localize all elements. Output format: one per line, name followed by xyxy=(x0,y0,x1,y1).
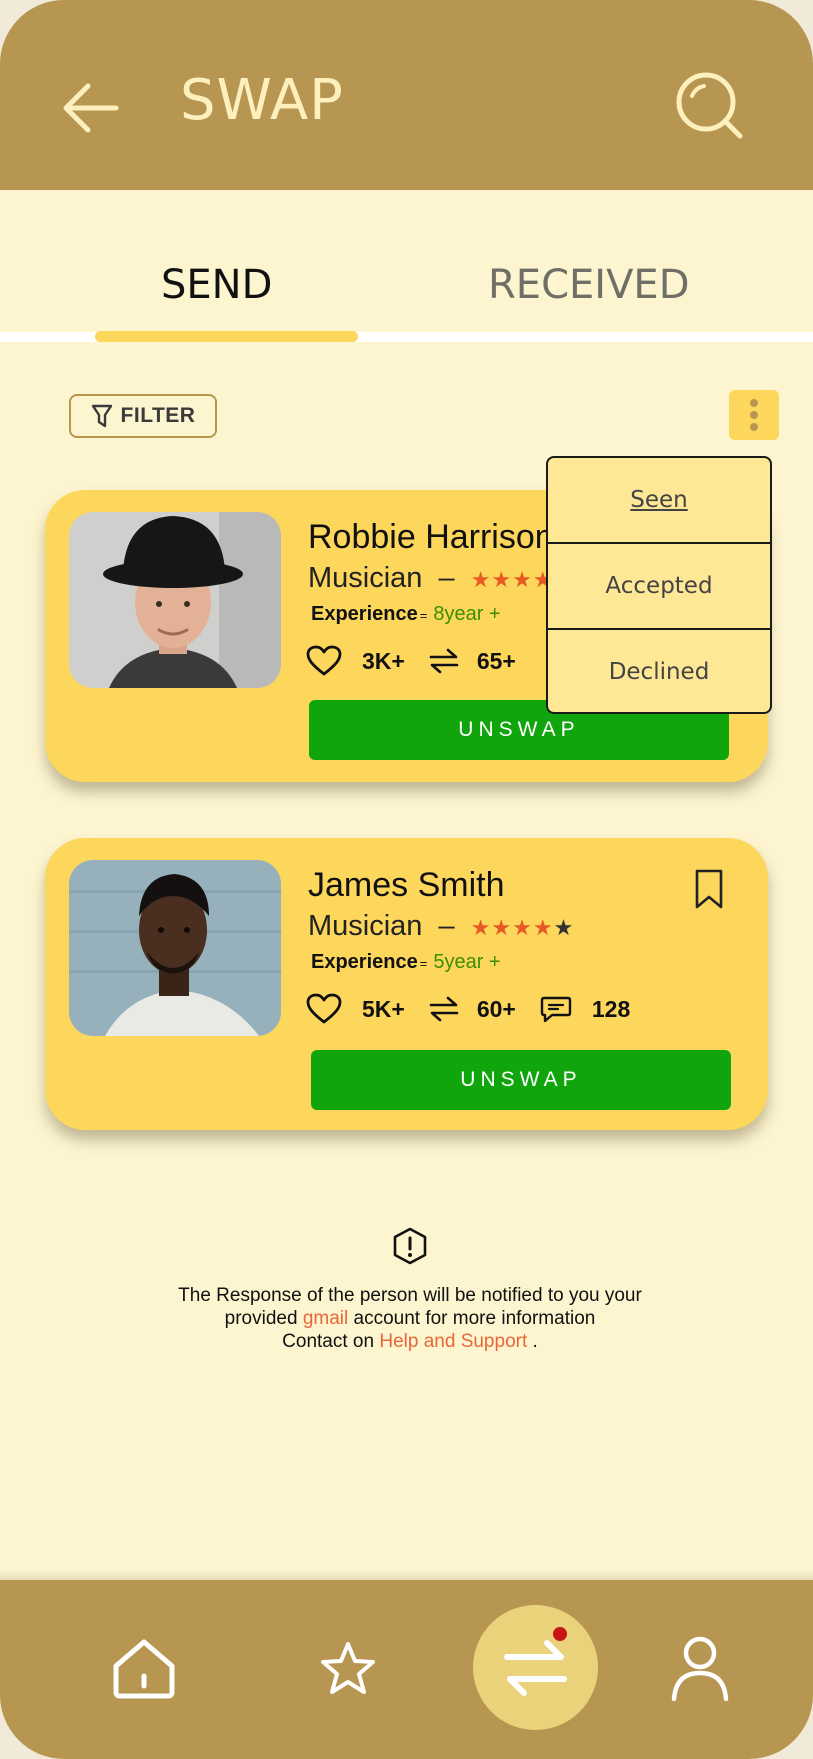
tab-send[interactable]: SEND xyxy=(161,262,272,308)
status-dropdown: Seen Accepted Declined xyxy=(546,456,772,714)
notice-line: provided gmail account for more informat… xyxy=(140,1307,680,1330)
separator-dash: – xyxy=(438,910,455,942)
likes-count: 5K+ xyxy=(362,995,405,1022)
app-header: SWAP xyxy=(0,0,813,190)
notice-line: Contact on Help and Support . xyxy=(140,1330,680,1353)
experience-value: 5year + xyxy=(433,951,501,973)
profile-role: Musician xyxy=(308,562,423,594)
heart-icon[interactable] xyxy=(306,993,342,1025)
experience-label: Experience xyxy=(311,603,418,625)
star-icon: ★★★★ xyxy=(470,915,554,940)
unswap-button[interactable]: UNSWAP xyxy=(311,1050,731,1110)
filter-label: FILTER xyxy=(120,404,196,427)
info-notice: The Response of the person will be notif… xyxy=(140,1284,680,1353)
notice-text: Contact on xyxy=(282,1331,375,1352)
page-title: SWAP xyxy=(180,68,344,133)
nav-favorites[interactable] xyxy=(318,1640,378,1698)
notice-text: provided xyxy=(224,1308,298,1329)
home-icon xyxy=(113,1639,175,1699)
experience-value: 8year + xyxy=(433,603,501,625)
profile-stats: 3K+ 65+ xyxy=(306,642,516,680)
profile-role-line: Musician – ★★★★★ xyxy=(308,562,574,595)
notice-text: . xyxy=(532,1331,538,1352)
arrow-left-icon xyxy=(63,83,119,133)
profile-card: James Smith Musician – ★★★★★ Experience =… xyxy=(45,838,768,1130)
search-icon xyxy=(676,72,743,139)
profile-name: Robbie Harrison xyxy=(308,518,554,556)
avatar xyxy=(69,860,281,1036)
more-options-button[interactable] xyxy=(729,390,779,440)
gmail-link[interactable]: gmail xyxy=(303,1308,348,1329)
experience: Experience = 5year + xyxy=(311,951,501,974)
user-icon xyxy=(671,1636,729,1702)
bookmark-button[interactable] xyxy=(693,868,725,910)
separator-dash: – xyxy=(438,562,455,594)
menu-item-declined[interactable]: Declined xyxy=(548,628,770,712)
notification-dot xyxy=(553,1627,567,1641)
rating-stars: ★★★★★ xyxy=(471,915,575,940)
profile-stats: 5K+ 60+ 128 xyxy=(306,990,630,1028)
swap-arrows-icon xyxy=(429,996,459,1022)
likes-count: 3K+ xyxy=(362,647,405,674)
phone-screen: SWAP SEND RECEIVED FILTER Robbie Harriso… xyxy=(0,0,813,1759)
more-dot xyxy=(750,411,758,419)
menu-item-accepted[interactable]: Accepted xyxy=(548,542,770,628)
star-icon: ★★★★ xyxy=(470,567,554,592)
filter-icon xyxy=(91,404,112,428)
star-icon xyxy=(321,1642,375,1694)
profile-role: Musician xyxy=(308,910,423,942)
nav-profile[interactable] xyxy=(670,1635,730,1702)
menu-item-seen[interactable]: Seen xyxy=(548,458,770,542)
star-empty-icon: ★ xyxy=(553,915,575,940)
heart-icon[interactable] xyxy=(306,645,342,677)
experience: Experience = 8year + xyxy=(311,603,501,626)
tab-received[interactable]: RECEIVED xyxy=(488,262,690,308)
swaps-count: 60+ xyxy=(476,995,516,1022)
more-vertical-icon xyxy=(750,399,758,407)
back-button[interactable] xyxy=(58,78,122,138)
filter-button[interactable]: FILTER xyxy=(69,394,217,438)
swap-icon xyxy=(504,1640,567,1696)
more-dot xyxy=(750,423,758,431)
nav-home[interactable] xyxy=(110,1636,178,1700)
active-tab-indicator xyxy=(95,331,358,342)
search-button[interactable] xyxy=(674,70,746,142)
profile-name: James Smith xyxy=(308,866,505,904)
avatar xyxy=(69,512,281,688)
nav-swap[interactable] xyxy=(473,1605,598,1730)
comments-count: 128 xyxy=(591,995,631,1022)
swaps-count: 65+ xyxy=(476,647,516,674)
swap-arrows-icon xyxy=(429,648,459,674)
help-support-link[interactable]: Help and Support xyxy=(379,1331,527,1352)
notice-line: The Response of the person will be notif… xyxy=(178,1285,642,1306)
experience-label: Experience xyxy=(311,951,418,973)
alert-icon xyxy=(393,1227,427,1265)
profile-role-line: Musician – ★★★★★ xyxy=(308,910,574,943)
experience-separator: = xyxy=(419,956,428,971)
comment-icon[interactable] xyxy=(540,994,572,1024)
notice-text: account for more information xyxy=(353,1308,596,1329)
experience-separator: = xyxy=(419,608,428,623)
bookmark-icon xyxy=(695,869,723,909)
